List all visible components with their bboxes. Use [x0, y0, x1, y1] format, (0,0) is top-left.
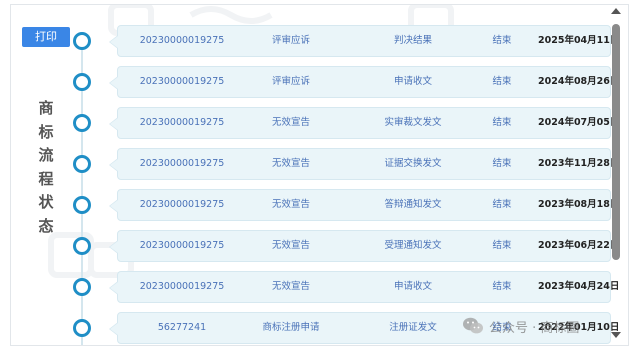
registration-number: 20230000019275 [139, 240, 225, 251]
timeline-row: 20230000019275 无效宣告 受理通知发文 结束 2023年06月22… [11, 230, 619, 262]
business-type: 无效宣告 [271, 281, 310, 292]
timeline-node-icon [73, 114, 91, 132]
flow-step: 注册证发文 [389, 322, 437, 333]
flow-step: 实审裁文发文 [384, 117, 442, 128]
timeline-row: 20230000019275 无效宣告 答辩通知发文 结束 2023年08月18… [11, 189, 619, 221]
business-type: 无效宣告 [271, 158, 310, 169]
registration-number: 20230000019275 [139, 199, 225, 210]
timeline-node-icon [73, 73, 91, 91]
step-date: 2024年08月26日 [538, 76, 620, 87]
step-date: 2023年08月18日 [538, 199, 620, 210]
business-type: 无效宣告 [271, 199, 310, 210]
timeline-card[interactable]: 20230000019275 评审应诉 判决结果 结束 2025年04月11日 [109, 25, 619, 57]
timeline-card[interactable]: 20230000019275 无效宣告 答辩通知发文 结束 2023年08月18… [109, 189, 619, 221]
step-date: 2023年06月22日 [538, 240, 620, 251]
step-result: 结束 [492, 199, 512, 210]
timeline-row: 20230000019275 无效宣告 实审裁文发文 结束 2024年07月05… [11, 107, 619, 139]
timeline-row: 20230000019275 评审应诉 申请收文 结束 2024年08月26日 [11, 66, 619, 98]
wechat-icon [463, 317, 483, 334]
vertical-scrollbar[interactable] [607, 4, 625, 344]
flow-step: 申请收文 [393, 281, 432, 292]
business-type: 评审应诉 [271, 76, 310, 87]
step-result: 结束 [492, 240, 512, 251]
flow-step: 受理通知发文 [384, 240, 442, 251]
timeline-node-icon [73, 237, 91, 255]
registration-number: 20230000019275 [139, 117, 225, 128]
registration-number: 20230000019275 [139, 76, 225, 87]
step-date: 2025年04月11日 [538, 35, 620, 46]
business-type: 评审应诉 [271, 35, 310, 46]
scroll-thumb[interactable] [612, 24, 620, 260]
registration-number: 20230000019275 [139, 158, 225, 169]
step-result: 结束 [492, 158, 512, 169]
registration-number: 20230000019275 [139, 281, 225, 292]
business-type: 无效宣告 [271, 240, 310, 251]
trademark-flow-panel: 打印 商 标 流 程 状 态 20230000019275 评审应诉 判决结果 … [10, 4, 629, 346]
timeline-card[interactable]: 20230000019275 无效宣告 受理通知发文 结束 2023年06月22… [109, 230, 619, 262]
step-date: 2023年11月28日 [538, 158, 620, 169]
timeline-node-icon [73, 278, 91, 296]
timeline-card[interactable]: 20230000019275 评审应诉 申请收文 结束 2024年08月26日 [109, 66, 619, 98]
step-date: 2023年04月24日 [538, 281, 620, 292]
step-result: 结束 [492, 117, 512, 128]
timeline-node-icon [73, 155, 91, 173]
timeline-node-icon [73, 319, 91, 337]
step-date: 2024年07月05日 [538, 117, 620, 128]
timeline-row: 20230000019275 无效宣告 申请收文 结束 2023年04月24日 [11, 271, 619, 303]
flow-step: 证据交换发文 [384, 158, 442, 169]
step-result: 结束 [492, 35, 512, 46]
scroll-down-arrow-icon[interactable] [611, 332, 621, 338]
step-result: 结束 [492, 76, 512, 87]
business-type: 商标注册申请 [262, 322, 320, 333]
business-type: 无效宣告 [271, 117, 310, 128]
flow-step: 答辩通知发文 [384, 199, 442, 210]
timeline-card[interactable]: 20230000019275 无效宣告 证据交换发文 结束 2023年11月28… [109, 148, 619, 180]
timeline-row: 20230000019275 无效宣告 证据交换发文 结束 2023年11月28… [11, 148, 619, 180]
timeline-card[interactable]: 20230000019275 无效宣告 实审裁文发文 结束 2024年07月05… [109, 107, 619, 139]
timeline-node-icon [73, 32, 91, 50]
watermark-text: 公众号 · 商标圈 [489, 320, 580, 336]
flow-step: 判决结果 [393, 35, 432, 46]
flow-step: 申请收文 [393, 76, 432, 87]
timeline-node-icon [73, 196, 91, 214]
scroll-up-arrow-icon[interactable] [611, 8, 621, 14]
registration-number: 56277241 [157, 322, 207, 333]
timeline-card[interactable]: 20230000019275 无效宣告 申请收文 结束 2023年04月24日 [109, 271, 619, 303]
timeline-row: 20230000019275 评审应诉 判决结果 结束 2025年04月11日 [11, 25, 619, 57]
wechat-watermark: 公众号 · 商标圈 [462, 315, 579, 337]
registration-number: 20230000019275 [139, 35, 225, 46]
step-result: 结束 [492, 281, 512, 292]
